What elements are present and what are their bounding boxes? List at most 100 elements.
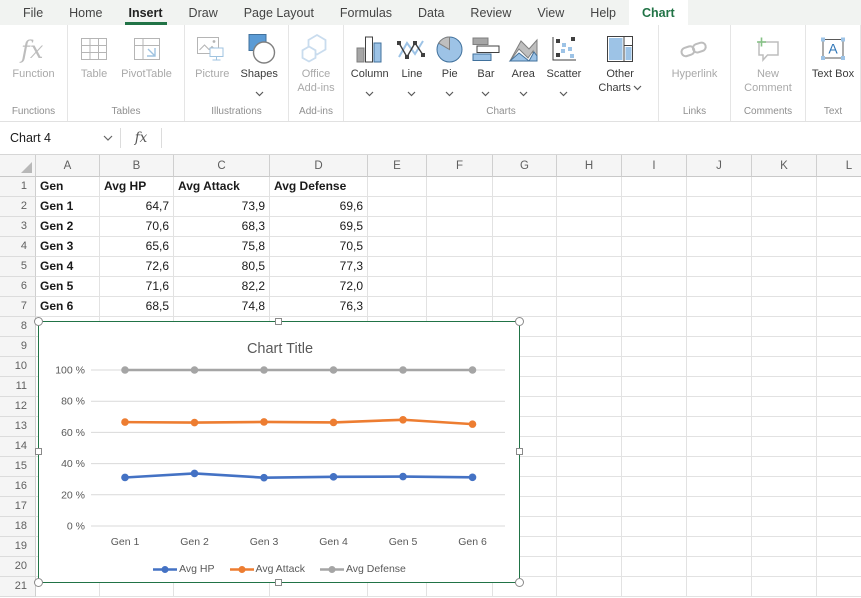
cell-C5[interactable]: 80,5 — [174, 257, 270, 277]
cell-E4[interactable] — [368, 237, 427, 257]
cell-J3[interactable] — [687, 217, 752, 237]
cell-I8[interactable] — [622, 317, 687, 337]
cell-I3[interactable] — [622, 217, 687, 237]
ribbon-button-bar[interactable]: Bar — [471, 31, 501, 102]
cell-K7[interactable] — [752, 297, 817, 317]
cell-I6[interactable] — [622, 277, 687, 297]
cell-A4[interactable]: Gen 3 — [36, 237, 100, 257]
ribbon-button-other-charts[interactable]: Other Charts — [588, 31, 652, 96]
cell-L20[interactable] — [817, 557, 861, 577]
cell-I20[interactable] — [622, 557, 687, 577]
cell-G7[interactable] — [493, 297, 557, 317]
cell-I9[interactable] — [622, 337, 687, 357]
cell-C6[interactable]: 82,2 — [174, 277, 270, 297]
cell-B1[interactable]: Avg HP — [100, 177, 174, 197]
cell-E5[interactable] — [368, 257, 427, 277]
cell-H6[interactable] — [557, 277, 622, 297]
cell-G1[interactable] — [493, 177, 557, 197]
cell-J20[interactable] — [687, 557, 752, 577]
row-header-2[interactable]: 2 — [0, 197, 36, 217]
column-header-A[interactable]: A — [36, 155, 100, 177]
cell-G4[interactable] — [493, 237, 557, 257]
cell-L1[interactable] — [817, 177, 861, 197]
cell-K14[interactable] — [752, 437, 817, 457]
cell-H12[interactable] — [557, 397, 622, 417]
cell-F1[interactable] — [427, 177, 493, 197]
cell-I1[interactable] — [622, 177, 687, 197]
ribbon-button-scatter[interactable]: Scatter — [546, 31, 583, 102]
cell-A7[interactable]: Gen 6 — [36, 297, 100, 317]
cell-I12[interactable] — [622, 397, 687, 417]
column-header-H[interactable]: H — [557, 155, 622, 177]
cell-H10[interactable] — [557, 357, 622, 377]
tab-page-layout[interactable]: Page Layout — [231, 0, 327, 25]
row-header-11[interactable]: 11 — [0, 377, 36, 397]
chart-resize-handle-nw[interactable] — [34, 317, 43, 326]
legend-item-avg-defense[interactable]: Avg Defense — [319, 563, 406, 575]
cell-A1[interactable]: Gen — [36, 177, 100, 197]
cell-K6[interactable] — [752, 277, 817, 297]
column-header-E[interactable]: E — [368, 155, 427, 177]
cell-H11[interactable] — [557, 377, 622, 397]
tab-view[interactable]: View — [524, 0, 577, 25]
cell-J18[interactable] — [687, 517, 752, 537]
cell-K4[interactable] — [752, 237, 817, 257]
cell-K5[interactable] — [752, 257, 817, 277]
cell-J21[interactable] — [687, 577, 752, 597]
cell-C7[interactable]: 74,8 — [174, 297, 270, 317]
cell-B3[interactable]: 70,6 — [100, 217, 174, 237]
cell-J6[interactable] — [687, 277, 752, 297]
ribbon-button-pie[interactable]: Pie — [434, 31, 465, 102]
cell-H13[interactable] — [557, 417, 622, 437]
cell-I2[interactable] — [622, 197, 687, 217]
cell-C1[interactable]: Avg Attack — [174, 177, 270, 197]
row-header-5[interactable]: 5 — [0, 257, 36, 277]
cell-L5[interactable] — [817, 257, 861, 277]
cell-C4[interactable]: 75,8 — [174, 237, 270, 257]
cell-D5[interactable]: 77,3 — [270, 257, 368, 277]
cell-K1[interactable] — [752, 177, 817, 197]
row-header-18[interactable]: 18 — [0, 517, 36, 537]
cell-D4[interactable]: 70,5 — [270, 237, 368, 257]
cell-H3[interactable] — [557, 217, 622, 237]
cell-A3[interactable]: Gen 2 — [36, 217, 100, 237]
legend-item-avg-attack[interactable]: Avg Attack — [229, 563, 305, 575]
cell-B5[interactable]: 72,6 — [100, 257, 174, 277]
cell-I4[interactable] — [622, 237, 687, 257]
cell-D1[interactable]: Avg Defense — [270, 177, 368, 197]
cell-K21[interactable] — [752, 577, 817, 597]
row-header-1[interactable]: 1 — [0, 177, 36, 197]
cell-E3[interactable] — [368, 217, 427, 237]
cell-J19[interactable] — [687, 537, 752, 557]
cell-H17[interactable] — [557, 497, 622, 517]
cell-J16[interactable] — [687, 477, 752, 497]
cell-H16[interactable] — [557, 477, 622, 497]
row-header-4[interactable]: 4 — [0, 237, 36, 257]
cell-L11[interactable] — [817, 377, 861, 397]
column-header-L[interactable]: L — [817, 155, 861, 177]
column-header-G[interactable]: G — [493, 155, 557, 177]
ribbon-button-line[interactable]: Line — [395, 31, 428, 102]
chart-resize-handle-n[interactable] — [275, 318, 282, 325]
cell-H5[interactable] — [557, 257, 622, 277]
cell-D7[interactable]: 76,3 — [270, 297, 368, 317]
column-header-D[interactable]: D — [270, 155, 368, 177]
cell-A2[interactable]: Gen 1 — [36, 197, 100, 217]
chart-resize-handle-se[interactable] — [515, 578, 524, 587]
column-header-I[interactable]: I — [622, 155, 687, 177]
cell-L7[interactable] — [817, 297, 861, 317]
cell-K8[interactable] — [752, 317, 817, 337]
cell-I11[interactable] — [622, 377, 687, 397]
cell-I5[interactable] — [622, 257, 687, 277]
cell-H7[interactable] — [557, 297, 622, 317]
cell-L13[interactable] — [817, 417, 861, 437]
cell-H19[interactable] — [557, 537, 622, 557]
cell-I7[interactable] — [622, 297, 687, 317]
cell-K17[interactable] — [752, 497, 817, 517]
cell-F5[interactable] — [427, 257, 493, 277]
column-header-B[interactable]: B — [100, 155, 174, 177]
cell-L4[interactable] — [817, 237, 861, 257]
cell-F4[interactable] — [427, 237, 493, 257]
cell-J11[interactable] — [687, 377, 752, 397]
cell-K19[interactable] — [752, 537, 817, 557]
